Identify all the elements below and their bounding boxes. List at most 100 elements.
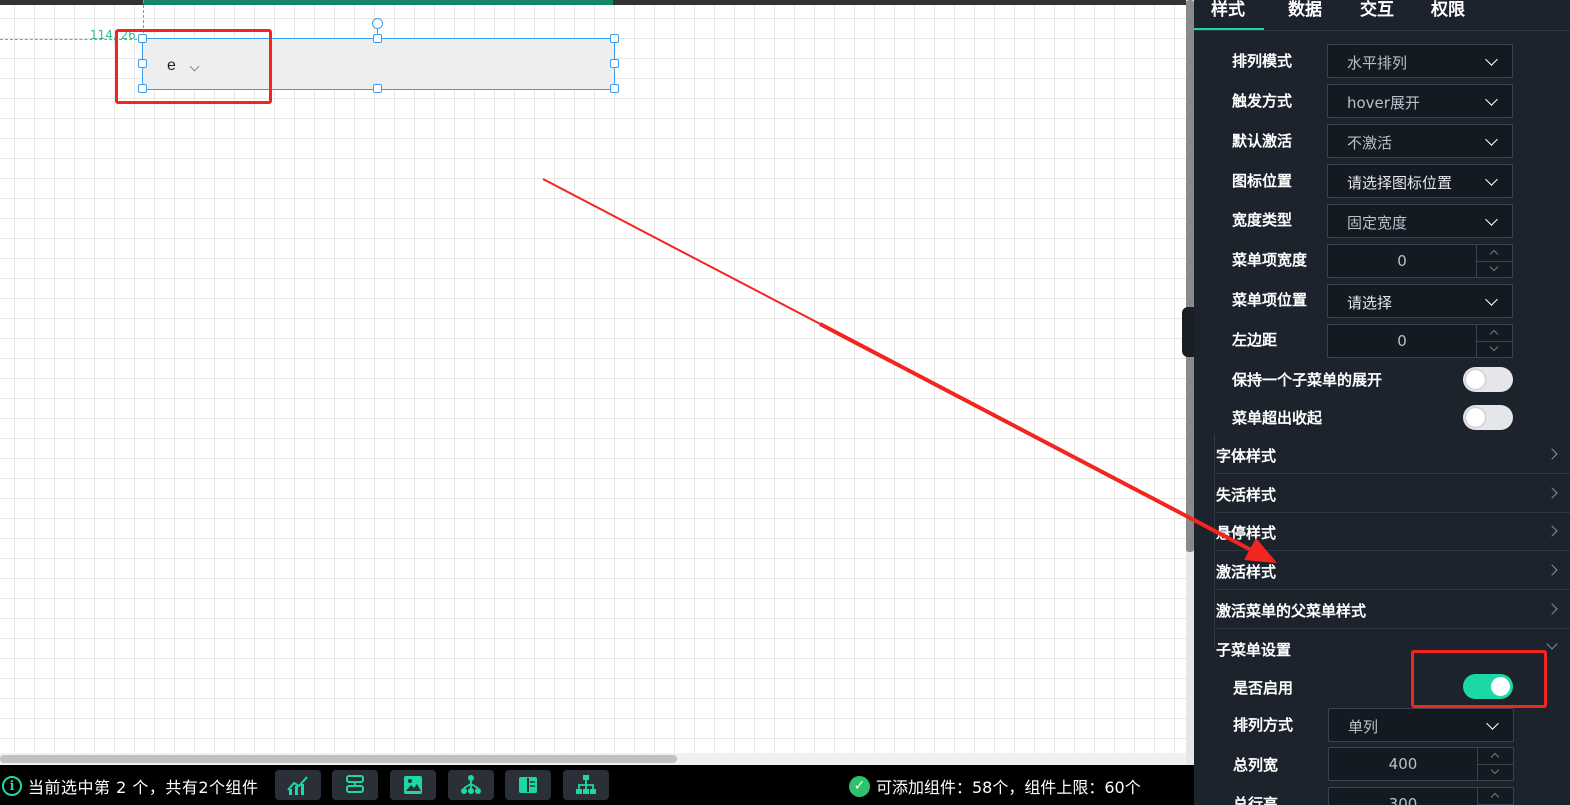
increment-icon[interactable] [1489, 249, 1499, 259]
layout-tool-button[interactable] [332, 770, 378, 800]
chevron-down-icon [1485, 173, 1498, 186]
vertical-scrollbar[interactable] [1186, 0, 1194, 765]
chevron-down-icon [1485, 213, 1498, 226]
decrement-icon[interactable] [1490, 765, 1500, 775]
left-margin-label: 左边距 [1232, 331, 1278, 349]
trigger-label: 触发方式 [1232, 92, 1293, 110]
arrange-mode-value: 水平排列 [1347, 54, 1408, 72]
resize-handle-bottom-right[interactable] [610, 84, 619, 93]
chevron-down-icon [1546, 638, 1558, 650]
book-tool-button[interactable] [505, 770, 551, 800]
resize-handle-top-right[interactable] [610, 34, 619, 43]
section-inactive-style[interactable]: 失活样式 [1214, 475, 1570, 513]
tree-icon [461, 775, 481, 794]
chart-icon [287, 776, 308, 795]
tab-data[interactable]: 数据 [1288, 0, 1322, 20]
component-count-text: 可添加组件：58个，组件上限：60个 [876, 778, 1141, 797]
submenu-enable-label: 是否启用 [1233, 679, 1294, 697]
chevron-right-icon [1546, 525, 1558, 537]
toggle-knob [1466, 370, 1485, 389]
tree-tool-button[interactable] [448, 770, 494, 800]
resize-handle-bottom[interactable] [373, 84, 382, 93]
chevron-right-icon [1546, 448, 1558, 460]
resize-handle-top[interactable] [373, 34, 382, 43]
submenu-arrangement-value: 单列 [1348, 718, 1379, 736]
width-type-value: 固定宽度 [1347, 214, 1408, 232]
chevron-right-icon [1546, 603, 1558, 615]
decrement-icon[interactable] [1489, 262, 1499, 272]
horizontal-scrollbar-thumb[interactable] [0, 755, 677, 763]
layout-icon [346, 775, 364, 793]
stepper-divider [1478, 764, 1514, 765]
resize-handle-right[interactable] [610, 59, 619, 68]
app-window: 114, 26 e i 当前选中第 2 个，共有2个组件 ✓ 可添加组件：58个… [0, 0, 1570, 805]
increment-icon[interactable] [1490, 792, 1500, 802]
horizontal-scrollbar[interactable] [0, 753, 1186, 765]
keep-one-open-label: 保持一个子菜单的展开 [1232, 371, 1383, 389]
image-icon [404, 776, 422, 794]
chevron-right-icon [1546, 487, 1558, 499]
item-position-select[interactable]: 请选择 [1327, 284, 1513, 318]
total-col-width-input[interactable]: 400 [1328, 747, 1514, 781]
item-width-input[interactable]: 0 [1327, 244, 1513, 278]
decrement-icon[interactable] [1489, 342, 1499, 352]
section-title: 失活样式 [1216, 486, 1277, 504]
section-title: 子菜单设置 [1216, 641, 1292, 659]
vertical-scrollbar-thumb[interactable] [1186, 0, 1194, 552]
tab-style[interactable]: 样式 [1211, 0, 1245, 20]
keep-one-open-toggle[interactable] [1463, 367, 1513, 392]
item-width-stepper[interactable] [1476, 245, 1513, 277]
stepper-divider [1477, 261, 1513, 262]
design-canvas[interactable]: 114, 26 e [0, 0, 1186, 765]
org-chart-tool-button[interactable] [563, 770, 609, 800]
chevron-right-icon [1546, 564, 1558, 576]
panel-divider [1194, 30, 1570, 31]
width-type-select[interactable]: 固定宽度 [1327, 204, 1513, 238]
section-hover-style[interactable]: 悬停样式 [1214, 513, 1570, 551]
check-circle-icon: ✓ [849, 775, 870, 797]
chevron-down-icon [1485, 53, 1498, 66]
icon-position-select[interactable]: 请选择图标位置 [1327, 164, 1513, 198]
tab-permission[interactable]: 权限 [1431, 0, 1465, 20]
trigger-select[interactable]: hover展开 [1327, 84, 1513, 118]
total-col-width-stepper[interactable] [1477, 748, 1514, 780]
arrange-mode-select[interactable]: 水平排列 [1327, 44, 1513, 78]
item-position-placeholder: 请选择 [1347, 294, 1393, 312]
toggle-knob [1466, 408, 1485, 427]
submenu-arrangement-label: 排列方式 [1233, 716, 1294, 734]
tab-interaction[interactable]: 交互 [1360, 0, 1394, 20]
section-title: 激活菜单的父菜单样式 [1216, 602, 1367, 620]
left-margin-input[interactable]: 0 [1327, 324, 1513, 358]
section-title: 激活样式 [1216, 563, 1277, 581]
chart-tool-button[interactable] [275, 770, 321, 800]
annotation-box-enable-toggle [1411, 650, 1547, 708]
component-limit-status: ✓ 可添加组件：58个，组件上限：60个 [849, 774, 1141, 798]
item-position-label: 菜单项位置 [1232, 291, 1308, 309]
default-active-label: 默认激活 [1232, 132, 1293, 150]
chevron-down-icon [1485, 93, 1498, 106]
left-margin-value: 0 [1397, 332, 1407, 350]
section-active-parent-style[interactable]: 激活菜单的父菜单样式 [1214, 591, 1570, 629]
total-row-height-stepper[interactable] [1477, 788, 1514, 805]
left-margin-stepper[interactable] [1476, 325, 1513, 357]
total-row-height-label: 总行高 [1233, 795, 1279, 805]
item-width-label: 菜单项宽度 [1232, 251, 1308, 269]
rotate-handle[interactable] [372, 18, 383, 29]
increment-icon[interactable] [1489, 329, 1499, 339]
submenu-arrangement-select[interactable]: 单列 [1328, 708, 1514, 742]
increment-icon[interactable] [1490, 752, 1500, 762]
canvas-top-bar [0, 0, 1186, 5]
collapse-overflow-toggle[interactable] [1463, 405, 1513, 430]
selection-status: i 当前选中第 2 个，共有2个组件 [2, 774, 259, 798]
chevron-down-icon [1485, 133, 1498, 146]
total-col-width-label: 总列宽 [1233, 756, 1279, 774]
section-active-style[interactable]: 激活样式 [1214, 552, 1570, 590]
item-width-value: 0 [1397, 252, 1407, 270]
icon-position-placeholder: 请选择图标位置 [1347, 174, 1453, 192]
image-tool-button[interactable] [390, 770, 436, 800]
default-active-select[interactable]: 不激活 [1327, 124, 1513, 158]
arrange-mode-label: 排列模式 [1232, 52, 1293, 70]
total-row-height-input[interactable]: 300 [1328, 787, 1514, 805]
section-font-style[interactable]: 字体样式 [1214, 436, 1570, 474]
status-bar: i 当前选中第 2 个，共有2个组件 ✓ 可添加组件：58个，组件上限：60个 [0, 765, 1194, 805]
